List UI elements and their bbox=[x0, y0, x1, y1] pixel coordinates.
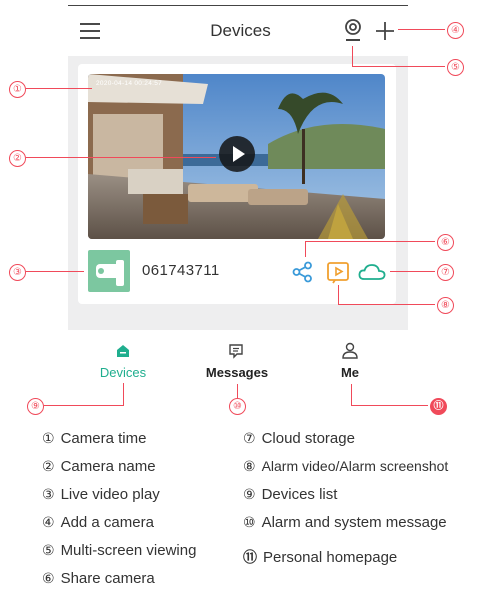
callout-5: ⑤ bbox=[447, 59, 464, 76]
legend-item: ⑪ Personal homepage bbox=[243, 549, 398, 566]
camera-thumbnail[interactable] bbox=[88, 250, 130, 292]
cloud-icon[interactable] bbox=[358, 263, 386, 281]
callout-line-1 bbox=[26, 88, 92, 89]
callout-line-11 bbox=[351, 405, 428, 406]
callout-line-8 bbox=[338, 304, 435, 305]
callout-line-2 bbox=[26, 157, 216, 158]
callout-line-10v bbox=[237, 384, 238, 398]
nav-devices[interactable]: Devices bbox=[78, 365, 168, 380]
legend-item: ⑨ Devices list bbox=[243, 486, 338, 503]
callout-line-11v bbox=[351, 384, 352, 405]
bottom-nav bbox=[68, 330, 408, 390]
callout-8: ⑧ bbox=[437, 297, 454, 314]
legend-item: ⑦ Cloud storage bbox=[243, 430, 355, 447]
nav-messages[interactable]: Messages bbox=[192, 365, 282, 380]
legend-item: ② Camera name bbox=[42, 458, 156, 475]
callout-line-3 bbox=[26, 271, 84, 272]
add-icon[interactable] bbox=[375, 21, 395, 41]
legend-item: ⑩ Alarm and system message bbox=[243, 514, 447, 531]
callout-9: ⑨ bbox=[27, 398, 44, 415]
callout-6: ⑥ bbox=[437, 234, 454, 251]
callout-line-5v bbox=[352, 46, 353, 66]
callout-line-9v bbox=[123, 383, 124, 405]
callout-line-5 bbox=[352, 66, 445, 67]
callout-line-6 bbox=[305, 241, 435, 242]
callout-3: ③ bbox=[9, 264, 26, 281]
callout-line-7 bbox=[390, 271, 435, 272]
camera-time: 2020-04-14 00:24:57 bbox=[96, 80, 163, 87]
camera-name: 061743711 bbox=[142, 262, 220, 279]
messages-nav-icon[interactable] bbox=[228, 343, 244, 359]
multi-screen-icon[interactable] bbox=[344, 18, 362, 44]
callout-line-4 bbox=[398, 29, 445, 30]
legend-item: ③ Live video play bbox=[42, 486, 160, 503]
legend-item: ⑥ Share camera bbox=[42, 570, 155, 587]
page-title: Devices bbox=[210, 21, 271, 40]
callout-line-9 bbox=[44, 405, 124, 406]
legend-item: ① Camera time bbox=[42, 430, 147, 447]
share-icon[interactable] bbox=[292, 261, 314, 283]
legend-item: ④ Add a camera bbox=[42, 514, 154, 531]
callout-10: ⑩ bbox=[229, 398, 246, 415]
devices-nav-icon[interactable] bbox=[115, 343, 131, 359]
play-icon[interactable] bbox=[219, 136, 255, 172]
alarm-video-icon[interactable] bbox=[326, 260, 350, 284]
nav-me[interactable]: Me bbox=[305, 365, 395, 380]
callout-7: ⑦ bbox=[437, 264, 454, 281]
me-nav-icon[interactable] bbox=[341, 342, 359, 359]
callout-1: ① bbox=[9, 81, 26, 98]
callout-2: ② bbox=[9, 150, 26, 167]
callout-11: ⑪ bbox=[430, 398, 447, 415]
callout-line-6v bbox=[305, 241, 306, 257]
callout-line-8v bbox=[338, 285, 339, 304]
legend-item: ⑧ Alarm video/Alarm screenshot bbox=[243, 458, 449, 475]
callout-4: ④ bbox=[447, 22, 464, 39]
legend-item: ⑤ Multi-screen viewing bbox=[42, 542, 197, 559]
